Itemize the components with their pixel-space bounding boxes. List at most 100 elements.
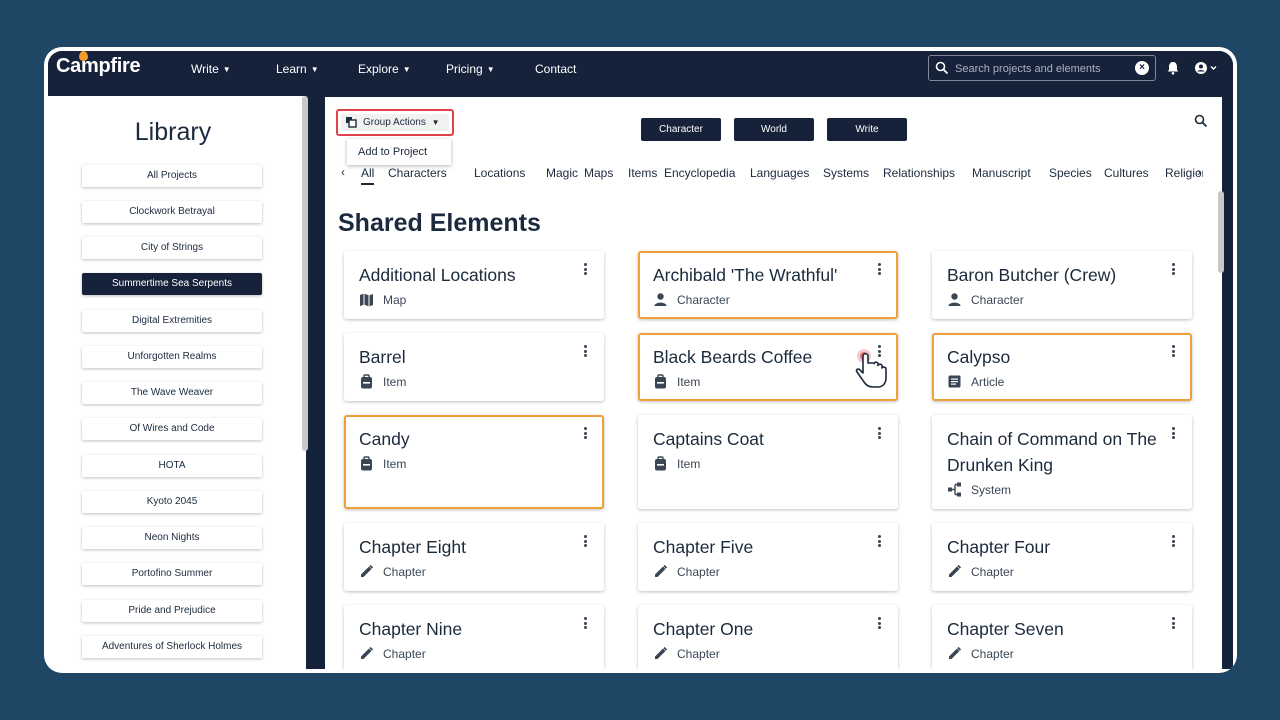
more-options-icon[interactable] xyxy=(1172,617,1176,631)
element-card-title: Barrel xyxy=(359,347,406,367)
element-card-type: Item xyxy=(653,456,700,471)
tab-encyclopedia[interactable]: Encyclopedia xyxy=(664,166,735,180)
element-card-title: Chapter Seven xyxy=(947,619,1064,639)
element-card[interactable]: Chapter Nine Chapter xyxy=(344,605,604,669)
chevron-right-icon[interactable]: › xyxy=(1197,165,1201,179)
library-item-all-projects[interactable]: All Projects xyxy=(82,165,262,187)
nav-contact[interactable]: Contact xyxy=(535,62,576,76)
more-options-icon[interactable] xyxy=(878,617,882,631)
library-item-the-wave-weaver[interactable]: The Wave Weaver xyxy=(82,382,262,404)
more-options-icon[interactable] xyxy=(584,617,588,631)
world-button[interactable]: World xyxy=(734,118,814,141)
element-card-type-label: Chapter xyxy=(677,647,720,661)
element-card-type: Item xyxy=(359,374,406,389)
library-item-adventures-of-sherlock-holmes[interactable]: Adventures of Sherlock Holmes xyxy=(82,636,262,658)
main-scrollbar[interactable] xyxy=(1218,191,1224,273)
tab-characters[interactable]: Characters xyxy=(388,166,447,180)
library-item-summertime-sea-serpents[interactable]: Summertime Sea Serpents xyxy=(82,273,262,295)
tab-systems[interactable]: Systems xyxy=(823,166,869,180)
element-card-type-label: Chapter xyxy=(677,565,720,579)
group-actions-button[interactable]: Group Actions ▼ xyxy=(336,109,454,136)
element-card[interactable]: Captains Coat Item xyxy=(638,415,898,509)
element-card[interactable]: Chapter Four Chapter xyxy=(932,523,1192,591)
element-card[interactable]: Chapter Eight Chapter xyxy=(344,523,604,591)
nav-contact-label: Contact xyxy=(535,62,577,76)
element-card[interactable]: Additional Locations Map xyxy=(344,251,604,319)
element-card[interactable]: Barrel Item xyxy=(344,333,604,401)
chevron-down-icon: ▼ xyxy=(402,65,411,74)
library-item-clockwork-betrayal[interactable]: Clockwork Betrayal xyxy=(82,201,262,223)
element-card[interactable]: Chapter Five Chapter xyxy=(638,523,898,591)
element-card[interactable]: Calypso Article xyxy=(932,333,1192,401)
tab-items[interactable]: Items xyxy=(628,166,657,180)
element-card[interactable]: Chain of Command on The Drunken King Syst… xyxy=(932,415,1192,509)
element-card[interactable]: Chapter One Chapter xyxy=(638,605,898,669)
more-options-icon[interactable] xyxy=(878,427,882,441)
clear-search-icon[interactable]: × xyxy=(1135,61,1149,75)
nav-write[interactable]: Write ▼ xyxy=(191,62,231,76)
app-frame: Campfire Write ▼ Learn ▼ Explore ▼ Pricing ▼… xyxy=(44,47,1237,673)
more-options-icon[interactable] xyxy=(878,263,882,277)
element-card-type: Character xyxy=(947,292,1024,307)
logo-text: Campfire xyxy=(56,55,141,77)
category-tabs: All Characters Locations Magic Maps Item… xyxy=(341,161,1203,185)
tab-relationships[interactable]: Relationships xyxy=(883,166,955,180)
nav-learn[interactable]: Learn ▼ xyxy=(276,62,319,76)
more-options-icon[interactable] xyxy=(584,345,588,359)
library-item-pride-and-prejudice[interactable]: Pride and Prejudice xyxy=(82,600,262,622)
element-card-type: System xyxy=(947,482,1011,497)
more-options-icon[interactable] xyxy=(584,427,588,441)
more-options-icon[interactable] xyxy=(1172,535,1176,549)
tab-magic[interactable]: Magic xyxy=(546,166,578,180)
library-item-digital-extremities[interactable]: Digital Extremities xyxy=(82,310,262,332)
library-item-portofino-summer[interactable]: Portofino Summer xyxy=(82,563,262,585)
element-card-title: Chain of Command on The Drunken King xyxy=(947,429,1157,475)
nav-pricing[interactable]: Pricing ▼ xyxy=(446,62,495,76)
library-item-city-of-strings[interactable]: City of Strings xyxy=(82,237,262,259)
element-card[interactable]: Chapter Seven Chapter xyxy=(932,605,1192,669)
element-card-type: Chapter xyxy=(359,646,426,661)
tab-manuscript[interactable]: Manuscript xyxy=(972,166,1031,180)
nav-explore[interactable]: Explore ▼ xyxy=(358,62,411,76)
search-input[interactable]: Search projects and elements × xyxy=(928,55,1156,81)
more-options-icon[interactable] xyxy=(1172,263,1176,277)
more-options-icon[interactable] xyxy=(878,535,882,549)
flame-icon xyxy=(79,51,88,61)
tab-maps[interactable]: Maps xyxy=(584,166,613,180)
library-title: Library xyxy=(134,118,212,146)
element-card[interactable]: Candy Item xyxy=(344,415,604,509)
character-button[interactable]: Character xyxy=(641,118,721,141)
tab-locations[interactable]: Locations xyxy=(474,166,525,180)
element-card-title: Archibald 'The Wrathful' xyxy=(653,265,838,285)
element-card-type-label: System xyxy=(971,483,1012,497)
element-card[interactable]: Baron Butcher (Crew) Character xyxy=(932,251,1192,319)
element-card[interactable]: Archibald 'The Wrathful' Character xyxy=(638,251,898,319)
write-button[interactable]: Write xyxy=(827,118,907,141)
chevron-down-icon: ▼ xyxy=(486,65,495,74)
tab-languages[interactable]: Languages xyxy=(750,166,809,180)
library-item-unforgotten-realms[interactable]: Unforgotten Realms xyxy=(82,346,262,368)
more-options-icon[interactable] xyxy=(584,535,588,549)
menu-item-add-to-project[interactable]: Add to Project xyxy=(358,146,427,158)
library-item-neon-nights[interactable]: Neon Nights xyxy=(82,527,262,549)
user-account-icon[interactable] xyxy=(1194,61,1220,75)
tab-species[interactable]: Species xyxy=(1049,166,1092,180)
element-card-title: Chapter Five xyxy=(653,537,754,557)
search-icon[interactable] xyxy=(1194,114,1208,128)
library-item-of-wires-and-code[interactable]: Of Wires and Code xyxy=(82,418,262,440)
group-actions-label: Group Actions xyxy=(363,117,426,128)
tab-cultures[interactable]: Cultures xyxy=(1104,166,1149,180)
library-item-hota[interactable]: HOTA xyxy=(82,455,262,477)
more-options-icon[interactable] xyxy=(1172,427,1176,441)
chevron-down-icon: ▼ xyxy=(222,65,231,74)
sidebar-scrollbar[interactable] xyxy=(302,96,308,451)
more-options-icon[interactable] xyxy=(584,263,588,277)
campfire-logo[interactable]: Campfire xyxy=(56,51,141,78)
nav-write-label: Write xyxy=(191,62,219,76)
tab-all[interactable]: All xyxy=(361,166,375,185)
library-item-kyoto-2045[interactable]: Kyoto 2045 xyxy=(82,491,262,513)
more-options-icon[interactable] xyxy=(1172,345,1176,359)
person-icon xyxy=(654,293,667,306)
bell-icon[interactable] xyxy=(1166,61,1180,75)
element-card-title: Candy xyxy=(359,429,410,449)
